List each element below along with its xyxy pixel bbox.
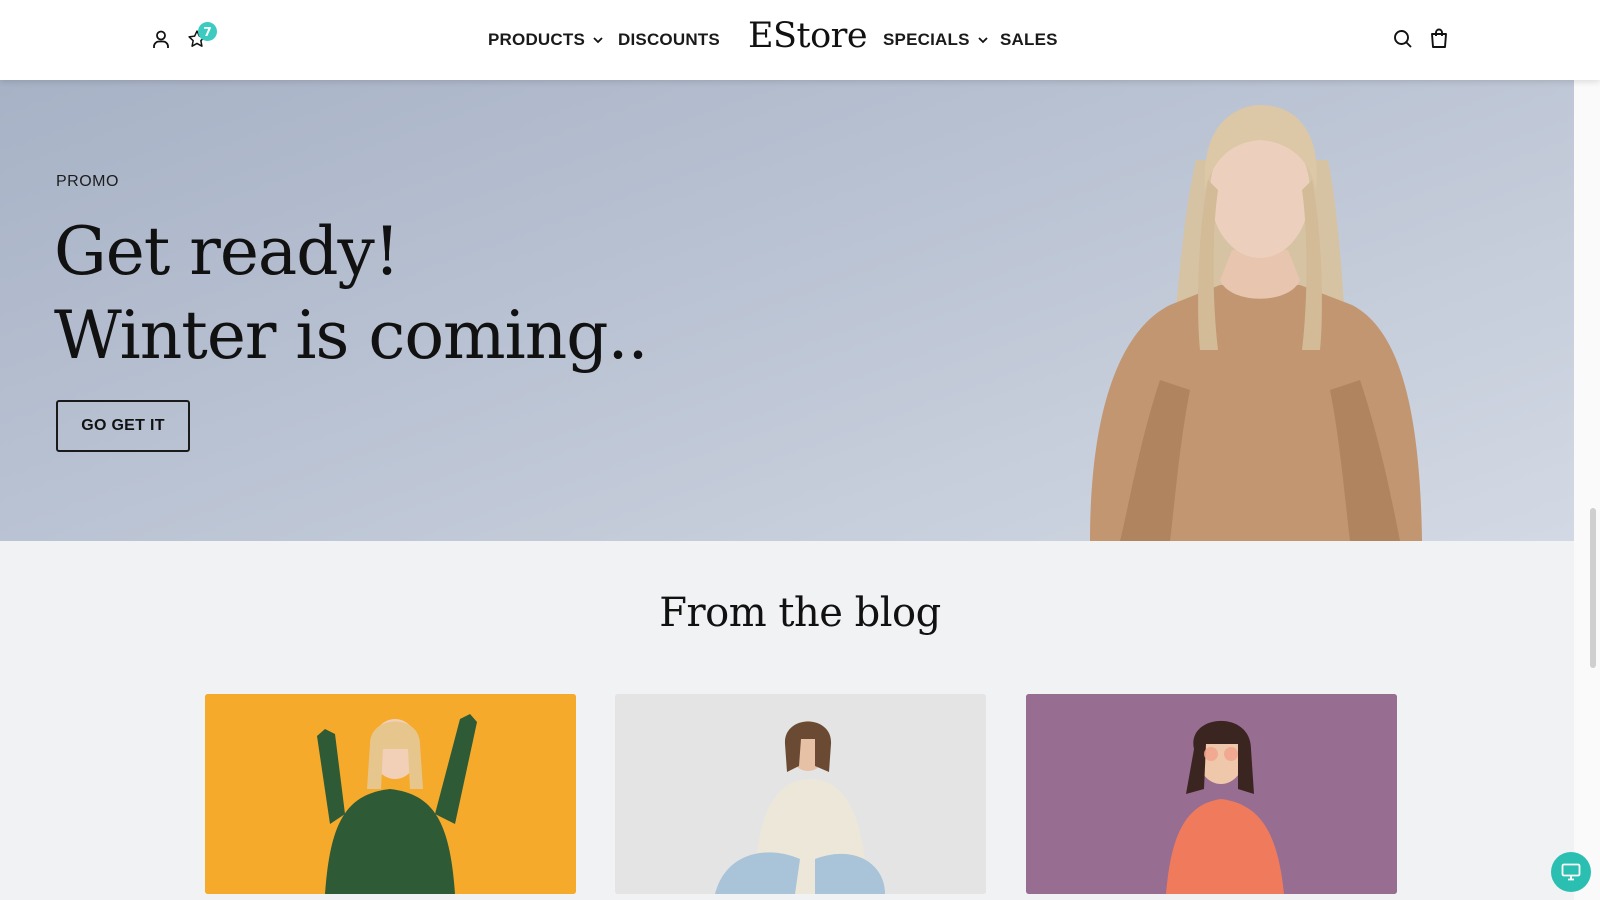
page-scrollbar[interactable] bbox=[1574, 0, 1600, 900]
chevron-down-icon bbox=[977, 36, 988, 43]
monitor-icon bbox=[1561, 863, 1581, 881]
nav-sales[interactable]: SALES bbox=[1000, 30, 1058, 50]
scrollbar-thumb[interactable] bbox=[1590, 508, 1596, 668]
search-icon bbox=[1394, 30, 1412, 48]
blog-image bbox=[615, 694, 986, 894]
nav-products[interactable]: PRODUCTS bbox=[488, 30, 603, 50]
search-button[interactable] bbox=[1392, 28, 1414, 50]
nav-discounts-label: DISCOUNTS bbox=[618, 30, 720, 49]
hero-label: PROMO bbox=[56, 173, 119, 190]
nav-specials-label: SPECIALS bbox=[883, 30, 970, 49]
cart-button[interactable] bbox=[1428, 27, 1450, 49]
site-header: 7 PRODUCTS DISCOUNTS EStore SPECIALS SAL… bbox=[0, 0, 1600, 80]
hero-model-image bbox=[1090, 105, 1422, 541]
go-get-it-button[interactable]: GO GET IT bbox=[56, 400, 190, 452]
hero-title-line-1: Get ready! bbox=[54, 213, 400, 290]
site-logo[interactable]: EStore bbox=[748, 16, 868, 56]
hero-title: Get ready! Winter is coming.. bbox=[54, 210, 648, 378]
account-button[interactable] bbox=[150, 28, 172, 50]
blog-card[interactable] bbox=[1026, 694, 1397, 894]
user-icon bbox=[153, 30, 169, 48]
hero-title-line-2: Winter is coming.. bbox=[54, 297, 648, 374]
wishlist-button[interactable]: 7 bbox=[186, 22, 217, 50]
shopping-bag-icon bbox=[1431, 28, 1447, 48]
blog-card[interactable] bbox=[615, 694, 986, 894]
blog-image bbox=[205, 694, 576, 894]
nav-products-label: PRODUCTS bbox=[488, 30, 585, 49]
chevron-down-icon bbox=[593, 36, 603, 43]
hero-banner: PROMO Get ready! Winter is coming.. GO G… bbox=[0, 80, 1574, 541]
blog-card[interactable] bbox=[205, 694, 576, 894]
nav-sales-label: SALES bbox=[1000, 30, 1058, 49]
blog-image bbox=[1026, 694, 1397, 894]
nav-discounts[interactable]: DISCOUNTS bbox=[618, 30, 720, 50]
wishlist-count-badge: 7 bbox=[198, 22, 217, 41]
live-chat-button[interactable] bbox=[1551, 852, 1591, 892]
blog-heading: From the blog bbox=[659, 590, 941, 636]
nav-specials[interactable]: SPECIALS bbox=[883, 30, 988, 50]
